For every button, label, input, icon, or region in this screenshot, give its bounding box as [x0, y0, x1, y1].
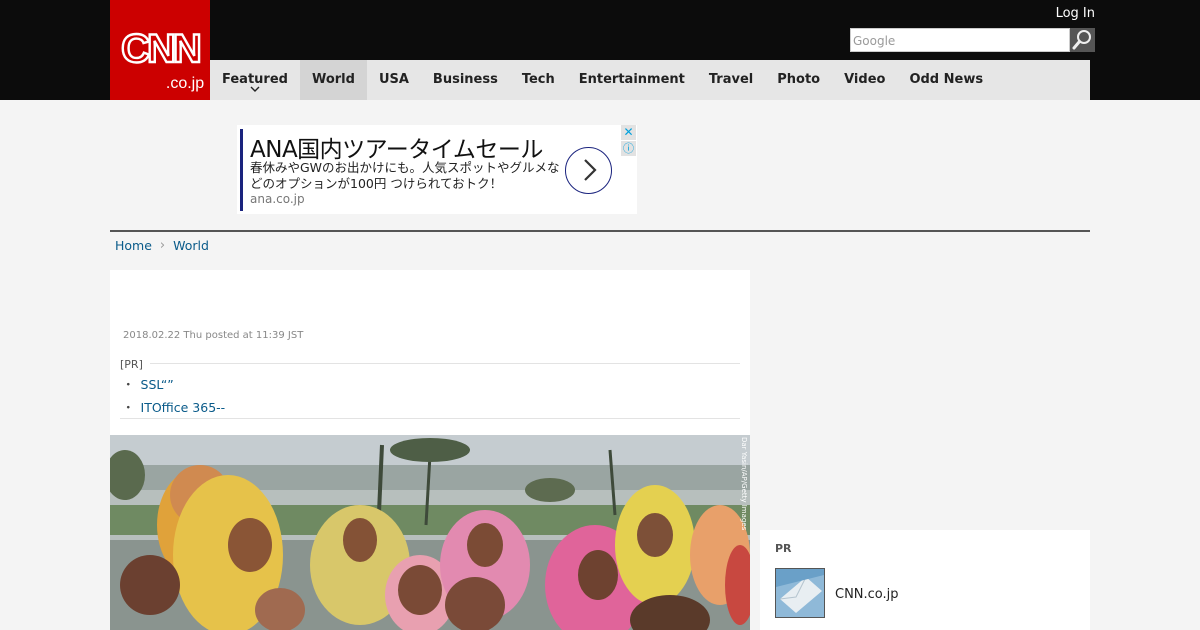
breadcrumb-separator-icon: ›	[159, 238, 166, 253]
chevron-right-icon[interactable]	[565, 147, 612, 194]
search-input[interactable]: Google	[850, 28, 1070, 52]
nav-item-label: Tech	[521, 72, 555, 87]
cnn-logo[interactable]: CNN .co.jp	[110, 0, 210, 100]
magnifier-icon	[1072, 30, 1091, 50]
section-divider	[110, 230, 1090, 232]
nav-item-label: Travel	[708, 72, 754, 87]
bullet: ・	[122, 400, 135, 415]
photo-credit: Dar Yasin/AP/Getty Images	[740, 437, 748, 531]
photo-refugees-image	[110, 435, 750, 630]
svg-text:.co.jp: .co.jp	[166, 75, 204, 92]
ad-body: 春休みやGWのお出かけにも。人気スポットやグルメなどのオプションが100円 つけ…	[250, 160, 560, 191]
pr-link-label: ITOffice 365--	[140, 400, 226, 415]
breadcrumb-home[interactable]: Home	[115, 238, 152, 253]
post-date: 2018.02.22 Thu posted at 11:39 JST	[123, 330, 304, 341]
nav-item-featured[interactable]: Featured	[210, 60, 300, 100]
pr-link[interactable]: ・ SSL“”	[122, 374, 174, 393]
nav-item-odd-news[interactable]: Odd News	[897, 60, 995, 100]
ad-banner[interactable]: ANA国内ツアータイムセール 春休みやGWのお出かけにも。人気スポットやグルメな…	[237, 125, 637, 214]
login-link[interactable]: Log In	[1056, 6, 1095, 21]
nav-item-label: Entertainment	[578, 72, 685, 87]
sidebar-item-title[interactable]: CNN.co.jp	[835, 587, 899, 602]
sidebar-thumbnail[interactable]	[775, 568, 825, 618]
nav-item-business[interactable]: Business	[421, 60, 510, 100]
sidebar-pr-label: PR	[775, 542, 792, 555]
ad-title[interactable]: ANA国内ツアータイムセール	[250, 130, 543, 164]
nav-item-tech[interactable]: Tech	[510, 60, 567, 100]
nav-item-video[interactable]: Video	[832, 60, 897, 100]
nav-item-world[interactable]: World	[299, 60, 367, 100]
ad-url[interactable]: ana.co.jp	[250, 192, 305, 206]
nav-item-label: Business	[432, 72, 498, 87]
chevron-down-icon	[250, 85, 260, 95]
sidebar-pr-box: PR CNN.co.jp	[760, 530, 1090, 630]
search-button[interactable]	[1070, 28, 1095, 52]
article-photo[interactable]	[110, 435, 750, 630]
breadcrumb-current[interactable]: World	[173, 238, 209, 253]
mail-icon	[776, 569, 824, 617]
cnn-logo-icon: CNN .co.jp	[120, 26, 204, 92]
pr-divider	[120, 418, 740, 419]
pr-label: [PR]	[120, 358, 143, 371]
close-icon[interactable]: ✕	[621, 125, 636, 140]
breadcrumb: Home › World	[115, 238, 209, 253]
nav-item-label: USA	[378, 72, 409, 87]
nav-item-label: Odd News	[909, 72, 984, 87]
article-header: 2018.02.22 Thu posted at 11:39 JST [PR] …	[110, 270, 750, 440]
nav-item-label: World	[311, 72, 355, 87]
nav-item-travel[interactable]: Travel	[697, 60, 765, 100]
svg-text:CNN: CNN	[121, 27, 200, 71]
main-nav: Featured World USA Business Tech Enterta…	[210, 60, 1090, 100]
pr-link-label: SSL“”	[140, 377, 174, 392]
nav-item-entertainment[interactable]: Entertainment	[567, 60, 697, 100]
pr-link[interactable]: ・ ITOffice 365--	[122, 397, 225, 416]
pr-divider	[150, 363, 740, 364]
nav-item-label: Video	[844, 72, 886, 87]
nav-item-photo[interactable]: Photo	[765, 60, 832, 100]
nav-item-usa[interactable]: USA	[367, 60, 421, 100]
info-icon[interactable]: ⓘ	[621, 141, 636, 156]
bullet: ・	[122, 377, 135, 392]
ad-accent-bar	[240, 129, 243, 211]
nav-item-label: Photo	[777, 72, 821, 87]
